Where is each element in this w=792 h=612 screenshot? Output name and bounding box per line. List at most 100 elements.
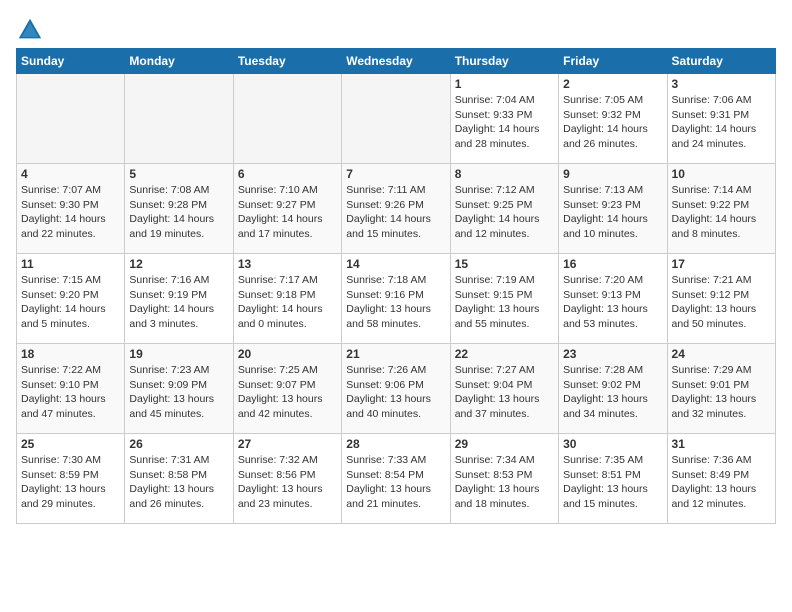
day-number: 1: [455, 77, 554, 91]
day-cell: 3 Sunrise: 7:06 AM Sunset: 9:31 PM Daylig…: [667, 74, 775, 164]
day-info: Sunrise: 7:32 AM Sunset: 8:56 PM Dayligh…: [238, 453, 337, 512]
day-number: 21: [346, 347, 445, 361]
day-info: Sunrise: 7:22 AM Sunset: 9:10 PM Dayligh…: [21, 363, 120, 422]
day-number: 15: [455, 257, 554, 271]
day-info: Sunrise: 7:23 AM Sunset: 9:09 PM Dayligh…: [129, 363, 228, 422]
day-info: Sunrise: 7:19 AM Sunset: 9:15 PM Dayligh…: [455, 273, 554, 332]
day-number: 24: [672, 347, 771, 361]
day-cell: 27 Sunrise: 7:32 AM Sunset: 8:56 PM Dayli…: [233, 434, 341, 524]
day-number: 26: [129, 437, 228, 451]
header-tuesday: Tuesday: [233, 49, 341, 74]
day-cell: 8 Sunrise: 7:12 AM Sunset: 9:25 PM Daylig…: [450, 164, 558, 254]
day-info: Sunrise: 7:12 AM Sunset: 9:25 PM Dayligh…: [455, 183, 554, 242]
day-info: Sunrise: 7:11 AM Sunset: 9:26 PM Dayligh…: [346, 183, 445, 242]
week-row-5: 25 Sunrise: 7:30 AM Sunset: 8:59 PM Dayli…: [17, 434, 776, 524]
logo-icon: [16, 16, 44, 44]
day-number: 6: [238, 167, 337, 181]
day-cell: 25 Sunrise: 7:30 AM Sunset: 8:59 PM Dayli…: [17, 434, 125, 524]
day-info: Sunrise: 7:17 AM Sunset: 9:18 PM Dayligh…: [238, 273, 337, 332]
day-info: Sunrise: 7:27 AM Sunset: 9:04 PM Dayligh…: [455, 363, 554, 422]
day-info: Sunrise: 7:30 AM Sunset: 8:59 PM Dayligh…: [21, 453, 120, 512]
day-cell: 23 Sunrise: 7:28 AM Sunset: 9:02 PM Dayli…: [559, 344, 667, 434]
page-header: [16, 16, 776, 44]
day-cell: [17, 74, 125, 164]
calendar-table: SundayMondayTuesdayWednesdayThursdayFrid…: [16, 48, 776, 524]
day-number: 30: [563, 437, 662, 451]
day-cell: [342, 74, 450, 164]
day-cell: [233, 74, 341, 164]
week-row-1: 1Sunrise: 7:04 AM Sunset: 9:33 PM Daylig…: [17, 74, 776, 164]
day-number: 16: [563, 257, 662, 271]
day-cell: 18 Sunrise: 7:22 AM Sunset: 9:10 PM Dayli…: [17, 344, 125, 434]
day-info: Sunrise: 7:35 AM Sunset: 8:51 PM Dayligh…: [563, 453, 662, 512]
day-number: 28: [346, 437, 445, 451]
day-cell: 28 Sunrise: 7:33 AM Sunset: 8:54 PM Dayli…: [342, 434, 450, 524]
day-number: 20: [238, 347, 337, 361]
header-row: SundayMondayTuesdayWednesdayThursdayFrid…: [17, 49, 776, 74]
day-info: Sunrise: 7:29 AM Sunset: 9:01 PM Dayligh…: [672, 363, 771, 422]
day-info: Sunrise: 7:06 AM Sunset: 9:31 PM Dayligh…: [672, 93, 771, 152]
day-info: Sunrise: 7:15 AM Sunset: 9:20 PM Dayligh…: [21, 273, 120, 332]
header-wednesday: Wednesday: [342, 49, 450, 74]
day-cell: 12 Sunrise: 7:16 AM Sunset: 9:19 PM Dayli…: [125, 254, 233, 344]
day-number: 18: [21, 347, 120, 361]
day-cell: 1Sunrise: 7:04 AM Sunset: 9:33 PM Daylig…: [450, 74, 558, 164]
day-number: 8: [455, 167, 554, 181]
week-row-2: 4Sunrise: 7:07 AM Sunset: 9:30 PM Daylig…: [17, 164, 776, 254]
day-number: 2: [563, 77, 662, 91]
day-number: 25: [21, 437, 120, 451]
logo: [16, 16, 48, 44]
day-cell: 31 Sunrise: 7:36 AM Sunset: 8:49 PM Dayli…: [667, 434, 775, 524]
day-info: Sunrise: 7:14 AM Sunset: 9:22 PM Dayligh…: [672, 183, 771, 242]
day-info: Sunrise: 7:16 AM Sunset: 9:19 PM Dayligh…: [129, 273, 228, 332]
day-info: Sunrise: 7:28 AM Sunset: 9:02 PM Dayligh…: [563, 363, 662, 422]
day-cell: 15 Sunrise: 7:19 AM Sunset: 9:15 PM Dayli…: [450, 254, 558, 344]
day-cell: 24 Sunrise: 7:29 AM Sunset: 9:01 PM Dayli…: [667, 344, 775, 434]
day-number: 13: [238, 257, 337, 271]
day-number: 29: [455, 437, 554, 451]
header-saturday: Saturday: [667, 49, 775, 74]
day-info: Sunrise: 7:18 AM Sunset: 9:16 PM Dayligh…: [346, 273, 445, 332]
day-info: Sunrise: 7:26 AM Sunset: 9:06 PM Dayligh…: [346, 363, 445, 422]
day-cell: 20Sunrise: 7:25 AM Sunset: 9:07 PM Dayli…: [233, 344, 341, 434]
day-number: 23: [563, 347, 662, 361]
day-cell: 22 Sunrise: 7:27 AM Sunset: 9:04 PM Dayli…: [450, 344, 558, 434]
day-cell: 11 Sunrise: 7:15 AM Sunset: 9:20 PM Dayli…: [17, 254, 125, 344]
day-cell: 2Sunrise: 7:05 AM Sunset: 9:32 PM Daylig…: [559, 74, 667, 164]
day-cell: 10 Sunrise: 7:14 AM Sunset: 9:22 PM Dayli…: [667, 164, 775, 254]
day-cell: 7Sunrise: 7:11 AM Sunset: 9:26 PM Daylig…: [342, 164, 450, 254]
day-info: Sunrise: 7:13 AM Sunset: 9:23 PM Dayligh…: [563, 183, 662, 242]
day-number: 3: [672, 77, 771, 91]
day-cell: 17 Sunrise: 7:21 AM Sunset: 9:12 PM Dayli…: [667, 254, 775, 344]
day-cell: 19 Sunrise: 7:23 AM Sunset: 9:09 PM Dayli…: [125, 344, 233, 434]
day-cell: 16Sunrise: 7:20 AM Sunset: 9:13 PM Dayli…: [559, 254, 667, 344]
day-cell: [125, 74, 233, 164]
day-number: 14: [346, 257, 445, 271]
day-number: 12: [129, 257, 228, 271]
day-cell: 26Sunrise: 7:31 AM Sunset: 8:58 PM Dayli…: [125, 434, 233, 524]
day-number: 31: [672, 437, 771, 451]
header-thursday: Thursday: [450, 49, 558, 74]
day-cell: 4Sunrise: 7:07 AM Sunset: 9:30 PM Daylig…: [17, 164, 125, 254]
day-info: Sunrise: 7:07 AM Sunset: 9:30 PM Dayligh…: [21, 183, 120, 242]
day-number: 17: [672, 257, 771, 271]
day-info: Sunrise: 7:10 AM Sunset: 9:27 PM Dayligh…: [238, 183, 337, 242]
day-cell: 30 Sunrise: 7:35 AM Sunset: 8:51 PM Dayli…: [559, 434, 667, 524]
header-sunday: Sunday: [17, 49, 125, 74]
day-info: Sunrise: 7:34 AM Sunset: 8:53 PM Dayligh…: [455, 453, 554, 512]
day-number: 27: [238, 437, 337, 451]
day-cell: 9 Sunrise: 7:13 AM Sunset: 9:23 PM Daylig…: [559, 164, 667, 254]
day-number: 22: [455, 347, 554, 361]
day-number: 19: [129, 347, 228, 361]
day-cell: 6 Sunrise: 7:10 AM Sunset: 9:27 PM Daylig…: [233, 164, 341, 254]
day-number: 11: [21, 257, 120, 271]
header-friday: Friday: [559, 49, 667, 74]
day-info: Sunrise: 7:33 AM Sunset: 8:54 PM Dayligh…: [346, 453, 445, 512]
day-info: Sunrise: 7:21 AM Sunset: 9:12 PM Dayligh…: [672, 273, 771, 332]
week-row-4: 18 Sunrise: 7:22 AM Sunset: 9:10 PM Dayli…: [17, 344, 776, 434]
day-info: Sunrise: 7:08 AM Sunset: 9:28 PM Dayligh…: [129, 183, 228, 242]
day-number: 10: [672, 167, 771, 181]
day-info: Sunrise: 7:36 AM Sunset: 8:49 PM Dayligh…: [672, 453, 771, 512]
day-cell: 14 Sunrise: 7:18 AM Sunset: 9:16 PM Dayli…: [342, 254, 450, 344]
day-number: 9: [563, 167, 662, 181]
